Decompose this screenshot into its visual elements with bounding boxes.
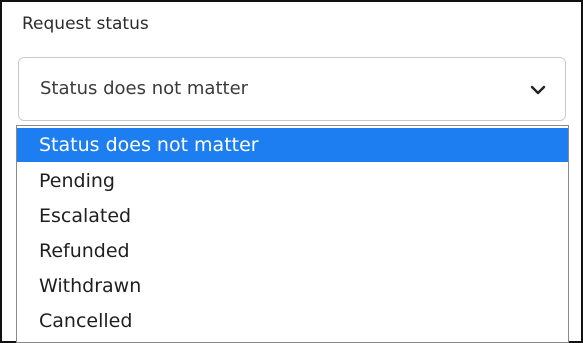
option-cancelled[interactable]: Cancelled: [17, 304, 568, 338]
request-status-label: Request status: [22, 14, 149, 34]
chevron-down-icon[interactable]: [530, 84, 546, 96]
request-status-select[interactable]: Status does not matter: [18, 57, 566, 121]
option-escalated[interactable]: Escalated: [17, 199, 568, 233]
option-refunded[interactable]: Refunded: [17, 234, 568, 268]
option-status-does-not-matter[interactable]: Status does not matter: [17, 128, 568, 162]
option-withdrawn[interactable]: Withdrawn: [17, 269, 568, 303]
select-current-value: Status does not matter: [40, 78, 249, 99]
request-status-panel: Request status Status does not matter St…: [0, 0, 583, 343]
status-options-list: Status does not matter Pending Escalated…: [16, 125, 569, 343]
option-pending[interactable]: Pending: [17, 164, 568, 198]
